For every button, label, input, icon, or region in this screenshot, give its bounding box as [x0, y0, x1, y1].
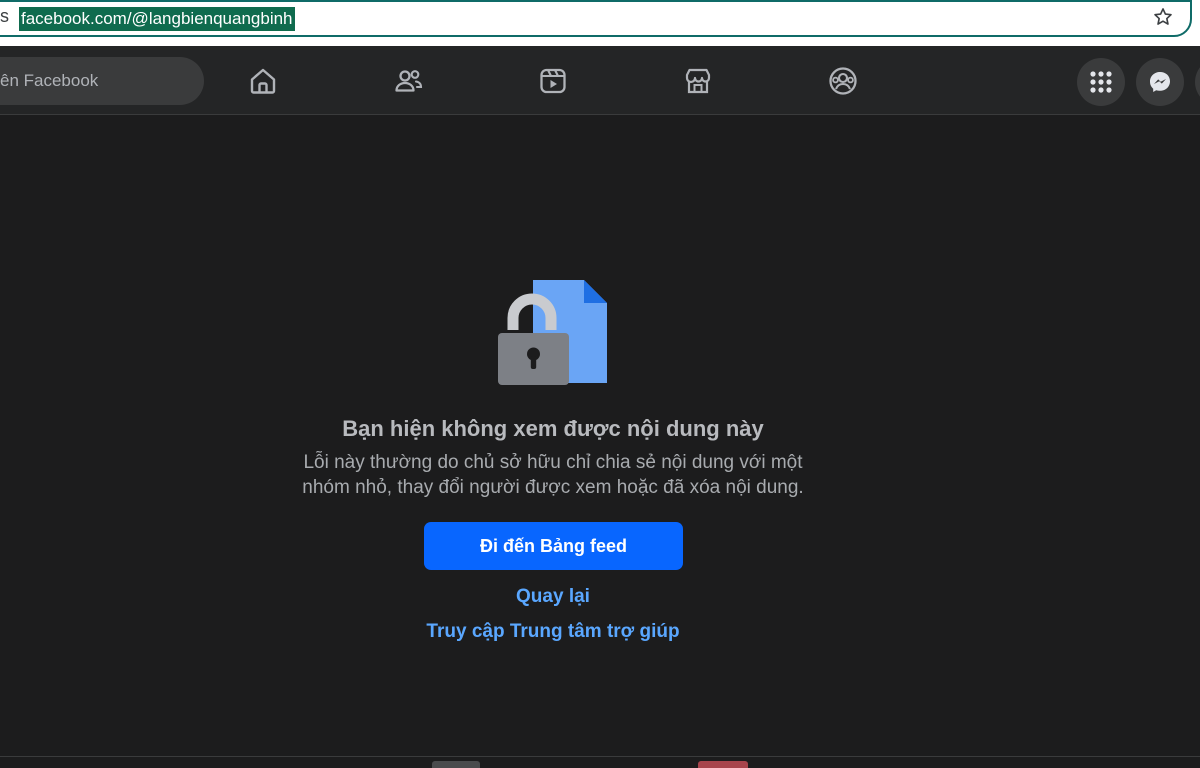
locked-content-icon — [498, 280, 607, 385]
tab-edge-text: s — [0, 6, 9, 26]
menu-button[interactable] — [1077, 58, 1125, 106]
groups-icon[interactable] — [827, 65, 859, 97]
home-icon[interactable] — [247, 65, 279, 97]
error-description: Lỗi này thường do chủ sở hữu chỉ chia sẻ… — [250, 450, 856, 500]
search-input[interactable]: ên Facebook — [0, 57, 204, 105]
url-text[interactable]: facebook.com/@langbienquangbinh — [19, 7, 295, 31]
go-to-feed-button[interactable]: Đi đến Bảng feed — [424, 522, 683, 570]
star-icon[interactable] — [1152, 6, 1174, 28]
video-icon[interactable] — [537, 65, 569, 97]
marketplace-icon[interactable] — [682, 65, 714, 97]
main-content: Bạn hiện không xem được nội dung này Lỗi… — [0, 116, 1200, 756]
friends-icon[interactable] — [392, 65, 424, 97]
browser-toolbar: s facebook.com/@langbienquangbinh — [0, 0, 1200, 46]
search-placeholder: ên Facebook — [0, 71, 99, 90]
help-center-link[interactable]: Truy cập Trung tâm trợ giúp — [350, 621, 756, 643]
messenger-button[interactable] — [1136, 58, 1184, 106]
facebook-top-nav: ên Facebook — [0, 46, 1200, 115]
more-button[interactable] — [1195, 58, 1200, 106]
error-title: Bạn hiện không xem được nội dung này — [342, 416, 764, 441]
menu-grid-icon — [1090, 71, 1112, 93]
error-description-line-1: Lỗi này thường do chủ sở hữu chỉ chia sẻ… — [303, 452, 803, 473]
bottom-edge — [0, 756, 1200, 768]
messenger-icon — [1150, 72, 1170, 92]
error-description-line-2: nhóm nhỏ, thay đổi người được xem hoặc đ… — [302, 477, 804, 498]
back-link[interactable]: Quay lại — [350, 586, 756, 608]
